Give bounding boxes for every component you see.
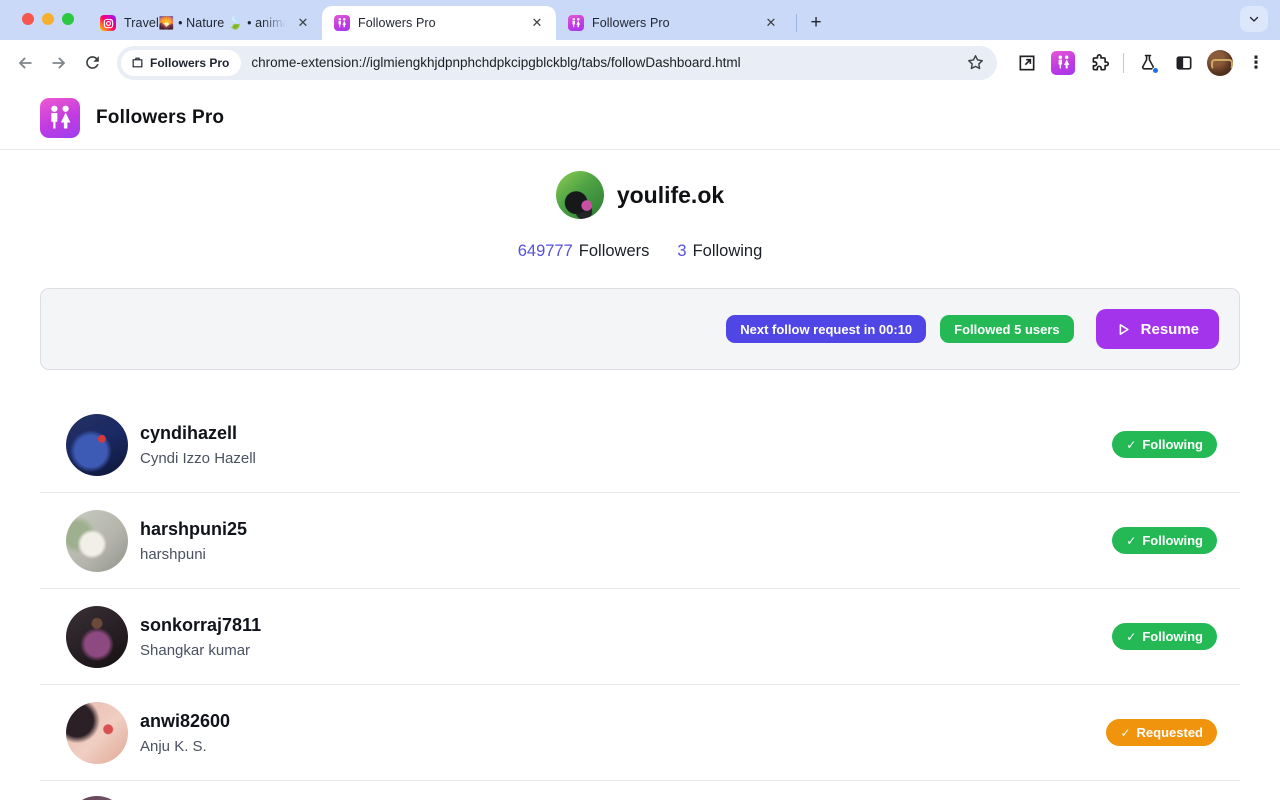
check-icon: ✓ — [1120, 726, 1130, 740]
check-icon: ✓ — [1126, 534, 1136, 548]
tab-followers-pro-active[interactable]: Followers Pro ✕ — [322, 6, 556, 40]
tab-strip: Travel🌄 • Nature 🍃 • animal ✕ Followers … — [0, 0, 1280, 40]
account-profile: youlife.ok — [0, 171, 1280, 219]
control-panel: Next follow request in 00:10 Followed 5 … — [40, 288, 1240, 370]
table-row: harshpuni25 harshpuni ✓ Following — [40, 493, 1240, 589]
follow-dashboard-page: Followers Pro youlife.ok 649777 Follower… — [0, 85, 1280, 800]
close-icon[interactable]: ✕ — [762, 14, 780, 32]
browser-toolbar: Followers Pro chrome-extension://iglmien… — [0, 40, 1280, 85]
followers-pro-icon — [568, 15, 584, 31]
user-username[interactable]: cyndihazell — [140, 423, 256, 444]
user-avatar[interactable] — [66, 414, 128, 476]
tab-title: Followers Pro — [358, 16, 520, 30]
following-status-button[interactable]: ✓ Following — [1112, 431, 1217, 458]
screenshot-extension-button[interactable] — [1011, 47, 1043, 79]
close-icon[interactable]: ✕ — [528, 14, 546, 32]
user-username[interactable]: anwi82600 — [140, 711, 230, 732]
zoom-window-button[interactable] — [62, 13, 74, 25]
forward-icon — [49, 53, 69, 73]
tab-title: Travel🌄 • Nature 🍃 • animal — [124, 16, 286, 31]
user-avatar[interactable] — [66, 606, 128, 668]
extension-chip-label: Followers Pro — [150, 56, 229, 70]
user-username[interactable]: harshpuni25 — [140, 519, 247, 540]
profile-avatar — [1207, 50, 1233, 76]
resume-label: Resume — [1141, 321, 1199, 338]
play-icon — [1116, 322, 1131, 337]
back-button[interactable] — [10, 48, 40, 78]
user-fullname: harshpuni — [140, 546, 247, 563]
followers-count: 649777 — [518, 242, 573, 261]
followers-stat[interactable]: 649777 Followers — [518, 242, 650, 261]
side-panel-icon — [1174, 53, 1194, 73]
chevron-down-icon — [1248, 13, 1260, 25]
following-stat[interactable]: 3 Following — [677, 242, 762, 261]
status-badge: Requested — [1137, 725, 1203, 740]
minimize-window-button[interactable] — [42, 13, 54, 25]
extension-chip[interactable]: Followers Pro — [121, 50, 241, 76]
instagram-icon — [100, 15, 116, 31]
followers-label: Followers — [579, 242, 650, 261]
user-avatar — [66, 796, 128, 800]
side-panel-button[interactable] — [1168, 47, 1200, 79]
status-badge: Following — [1142, 437, 1203, 452]
account-avatar — [556, 171, 604, 219]
close-window-button[interactable] — [22, 13, 34, 25]
following-status-button[interactable]: ✓ Following — [1112, 623, 1217, 650]
notification-dot — [1152, 67, 1159, 74]
new-tab-button[interactable]: + — [803, 10, 829, 36]
table-row: cyndihazell Cyndi Izzo Hazell ✓ Followin… — [40, 397, 1240, 493]
puzzle-icon — [1089, 52, 1110, 73]
user-fullname: Anju K. S. — [140, 738, 230, 755]
browser-profile-button[interactable] — [1204, 47, 1236, 79]
tab-search-button[interactable] — [1240, 6, 1268, 32]
window-controls — [22, 13, 74, 25]
user-list: cyndihazell Cyndi Izzo Hazell ✓ Followin… — [40, 370, 1240, 800]
user-avatar[interactable] — [66, 510, 128, 572]
next-request-timer-badge: Next follow request in 00:10 — [726, 315, 926, 343]
back-icon — [15, 53, 35, 73]
chrome-labs-button[interactable] — [1132, 47, 1164, 79]
table-row: anwi82600 Anju K. S. ✓ Requested — [40, 685, 1240, 781]
status-badge: Following — [1142, 629, 1203, 644]
user-username[interactable]: sonkorraj7811 — [140, 615, 261, 636]
tab-instagram[interactable]: Travel🌄 • Nature 🍃 • animal ✕ — [88, 6, 322, 40]
tab-followers-pro-2[interactable]: Followers Pro ✕ — [556, 6, 790, 40]
extension-chip-icon — [131, 56, 144, 69]
followers-pro-icon — [334, 15, 350, 31]
followed-count-badge: Followed 5 users — [940, 315, 1073, 343]
check-icon: ✓ — [1126, 438, 1136, 452]
user-fullname: Shangkar kumar — [140, 642, 261, 659]
check-icon: ✓ — [1126, 630, 1136, 644]
tab-title: Followers Pro — [592, 16, 754, 30]
following-label: Following — [693, 242, 763, 261]
account-username: youlife.ok — [617, 182, 724, 209]
browser-menu-button[interactable]: ⋮ — [1240, 47, 1272, 79]
resume-button[interactable]: Resume — [1096, 309, 1219, 349]
requested-status-button[interactable]: ✓ Requested — [1106, 719, 1217, 746]
followers-pro-logo-icon — [40, 98, 80, 138]
tab-divider — [796, 14, 797, 32]
account-stats: 649777 Followers 3 Following — [0, 242, 1280, 261]
forward-button[interactable] — [44, 48, 74, 78]
extensions-menu-button[interactable] — [1083, 47, 1115, 79]
url-text[interactable]: chrome-extension://iglmiengkhjdpnphchdpk… — [251, 55, 966, 70]
reload-button[interactable] — [77, 48, 107, 78]
toolbar-divider — [1123, 53, 1124, 73]
user-avatar[interactable] — [66, 702, 128, 764]
followers-pro-extension-button[interactable] — [1047, 47, 1079, 79]
status-badge: Following — [1142, 533, 1203, 548]
bookmark-star-icon[interactable] — [966, 53, 985, 72]
table-row: sonkorraj7811 Shangkar kumar ✓ Following — [40, 589, 1240, 685]
app-header: Followers Pro — [0, 85, 1280, 150]
table-row-partial — [40, 781, 1240, 800]
address-bar[interactable]: Followers Pro chrome-extension://iglmien… — [117, 46, 997, 80]
followers-pro-icon — [1051, 51, 1075, 75]
user-fullname: Cyndi Izzo Hazell — [140, 450, 256, 467]
page-title: Followers Pro — [96, 107, 224, 129]
expand-icon — [1017, 53, 1037, 73]
reload-icon — [83, 53, 102, 72]
following-count: 3 — [677, 242, 686, 261]
following-status-button[interactable]: ✓ Following — [1112, 527, 1217, 554]
close-icon[interactable]: ✕ — [294, 14, 312, 32]
